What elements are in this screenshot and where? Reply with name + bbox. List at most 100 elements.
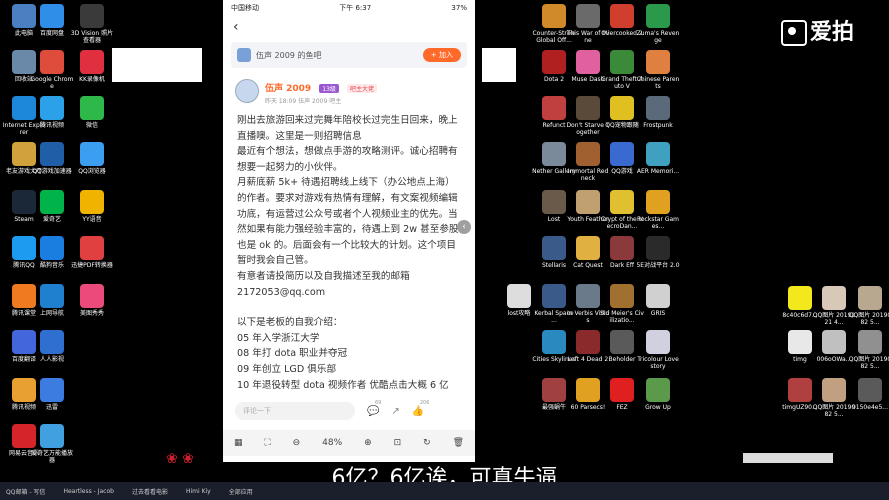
app-icon [542, 330, 566, 354]
shortcut-label: 美图秀秀 [79, 310, 104, 317]
post-body: 刚出去旅游回来过完舞年陪校长过完生日回来，晚上直播噢。这里是一则招聘信息 最近有个… [223, 109, 475, 397]
battery-label: 37% [451, 4, 467, 12]
prev-arrow-icon[interactable]: ‹ [457, 220, 471, 234]
fit-icon[interactable]: ⊡ [394, 438, 402, 448]
desktop-shortcut[interactable]: 腾讯视频 [30, 96, 74, 129]
app-icon [80, 142, 104, 166]
desktop-shortcut[interactable]: Rockstar Games... [636, 190, 680, 230]
author-row[interactable]: 伍声 2009 13级 吧主大佬 昨天 18:09 伍声 2009 吧主 [223, 72, 475, 109]
app-icon [576, 96, 600, 120]
shortcut-label: Google Chrome [30, 76, 74, 90]
taskbar-item[interactable]: QQ邮箱 - 写信 [0, 484, 51, 498]
desktop-shortcut[interactable]: 9150e4e5... [848, 378, 889, 411]
comment-count: 69 [375, 399, 382, 406]
shortcut-label: 迅雷 [45, 404, 58, 411]
desktop-shortcut[interactable]: 迅捷PDF转换器 [70, 236, 114, 269]
zoom-out-icon[interactable]: ⊖ [293, 438, 301, 448]
desktop-shortcut[interactable]: 百度网盘 [30, 4, 74, 37]
desktop-shortcut[interactable]: KK录像机 [70, 50, 114, 83]
app-icon [646, 4, 670, 28]
desktop-shortcut[interactable]: 爱奇艺 [30, 190, 74, 223]
shortcut-label: 百度网盘 [39, 30, 64, 37]
app-icon [80, 236, 104, 260]
taskbar-item[interactable]: Heartless - Jacob [57, 484, 120, 498]
crop-icon[interactable]: ⛶ [264, 438, 270, 448]
app-icon [576, 378, 600, 402]
layout-icon[interactable]: ▦ [234, 438, 243, 448]
desktop-shortcut[interactable]: 迅雷 [30, 378, 74, 411]
desktop-shortcut[interactable]: 微信 [70, 96, 114, 129]
join-button[interactable]: + 加入 [422, 48, 461, 62]
app-icon [576, 142, 600, 166]
comment-icon[interactable]: 💬 69 [367, 400, 381, 417]
taskbar-item[interactable]: 过去看看电影 [126, 484, 174, 498]
taskbar-item[interactable]: 全部应用 [223, 484, 259, 498]
app-icon [40, 330, 64, 354]
app-icon [507, 284, 531, 308]
aipai-logo-icon [781, 20, 807, 46]
shortcut-label: 5E对战平台 2.0 [636, 262, 680, 269]
app-icon [40, 50, 64, 74]
desktop-shortcut[interactable]: 爱奇艺万能播放器 [30, 424, 74, 464]
bar-header[interactable]: 伍声 2009 的鱼吧 + 加入 [231, 42, 467, 68]
desktop-shortcut[interactable]: 3D Vision 照片查看器 [70, 4, 114, 44]
desktop-shortcut[interactable]: QQ图片 2019082 5... [848, 286, 889, 326]
app-icon [542, 142, 566, 166]
author-name[interactable]: 伍声 2009 [265, 84, 311, 94]
carrier-label: 中国移动 [231, 4, 259, 12]
shortcut-label: 爱奇艺 [42, 216, 61, 223]
author-avatar[interactable] [235, 78, 259, 103]
app-icon [576, 190, 600, 214]
shortcut-label: Tricolour Lovestory [637, 356, 679, 370]
desktop-shortcut[interactable]: QQ游戏加速器 [30, 142, 74, 175]
desktop-shortcut[interactable]: QQ图片 2019082 5... [848, 330, 889, 370]
desktop-shortcut[interactable]: Chinese Parents [636, 50, 680, 90]
share-icon[interactable]: ↗ [391, 406, 399, 417]
shortcut-label: YY语音 [82, 216, 102, 223]
desktop-shortcut[interactable]: Frostpunk [636, 96, 680, 129]
desktop-shortcut[interactable]: GRIS [636, 284, 680, 317]
zoom-in-icon[interactable]: ⊕ [364, 438, 372, 448]
desktop-shortcut[interactable]: Zuma's Revenge [636, 4, 680, 44]
desktop-shortcut[interactable]: Tricolour Lovestory [636, 330, 680, 370]
desktop-shortcut[interactable]: 5E对战平台 2.0 [636, 236, 680, 269]
shortcut-label: Chinese Parents [636, 76, 680, 90]
desktop-shortcut[interactable]: Google Chrome [30, 50, 74, 90]
bar-name: 伍声 2009 的鱼吧 [256, 50, 322, 60]
app-icon [646, 284, 670, 308]
desktop-shortcut[interactable]: 人人影视 [30, 330, 74, 363]
comment-input[interactable]: 评论一下 [235, 402, 355, 420]
app-icon [80, 190, 104, 214]
app-icon [610, 378, 634, 402]
app-icon [542, 96, 566, 120]
app-icon [542, 236, 566, 260]
author-meta: 昨天 18:09 伍声 2009 吧主 [265, 98, 342, 105]
app-icon [646, 50, 670, 74]
app-icon [576, 4, 600, 28]
desktop-shortcut[interactable]: Grow Up [636, 378, 680, 411]
aipai-logo: 爱拍 [781, 14, 854, 46]
app-icon [788, 378, 812, 402]
rotate-icon[interactable]: ↻ [423, 438, 431, 448]
app-icon [80, 96, 104, 120]
taskbar: QQ邮箱 - 写信 Heartless - Jacob 过去看看电影 Himi Kiy… [0, 482, 889, 500]
app-icon [646, 236, 670, 260]
desktop-shortcut[interactable]: 上网导航 [30, 284, 74, 317]
back-arrow-icon[interactable]: ‹ [233, 19, 239, 35]
desktop-shortcut[interactable]: YY语音 [70, 190, 114, 223]
desktop-shortcut[interactable]: QQ浏览器 [70, 142, 114, 175]
app-icon [788, 286, 812, 310]
like-icon[interactable]: 👍 206 [412, 400, 430, 417]
redaction-blob [112, 48, 202, 82]
desktop-shortcut[interactable]: 酷狗音乐 [30, 236, 74, 269]
taskbar-item[interactable]: Himi Kiy [180, 484, 217, 498]
delete-icon[interactable]: 🗑 [453, 438, 464, 448]
shortcut-label: Zuma's Revenge [636, 30, 680, 44]
app-icon [646, 190, 670, 214]
desktop-shortcut[interactable]: 美图秀秀 [70, 284, 114, 317]
app-icon [40, 236, 64, 260]
desktop-shortcut[interactable]: AER Memori... [636, 142, 680, 175]
app-icon [80, 4, 104, 28]
app-icon [610, 142, 634, 166]
post-paragraph: 最近有个想法，想做点手游的攻略测评。诚心招聘有想要一起努力的小伙伴。 [237, 146, 458, 173]
